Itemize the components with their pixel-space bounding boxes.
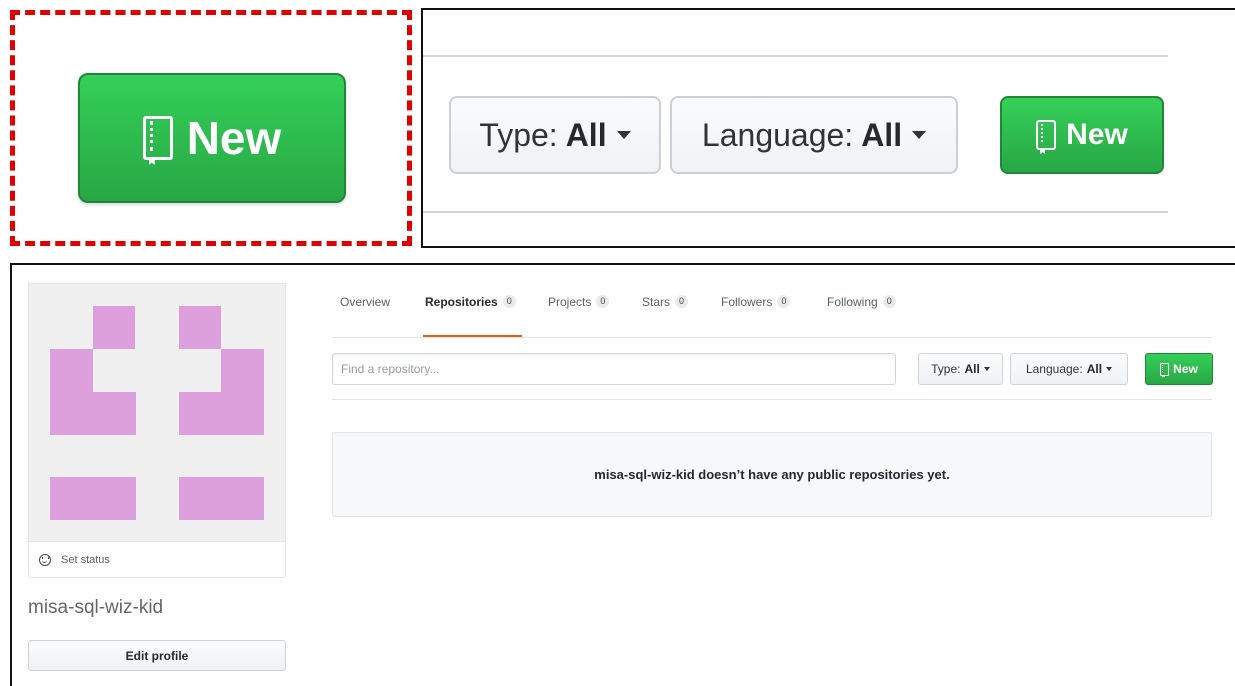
repo-book-icon (142, 116, 173, 160)
type-filter-prefix: Type: (479, 116, 558, 153)
profile-tabs: Overview Repositories 0 Projects 0 Stars… (332, 295, 1212, 338)
caret-down-icon (616, 131, 631, 139)
language-filter-value: All (861, 116, 903, 153)
zoom-callout-new-button: New (10, 10, 412, 246)
repo-book-icon (1036, 120, 1057, 150)
tab-followers[interactable]: Followers 0 (721, 295, 791, 337)
tab-label: Stars (642, 295, 671, 309)
avatar-pixel (179, 477, 264, 520)
avatar[interactable] (28, 283, 286, 541)
edit-profile-button[interactable]: Edit profile (28, 640, 286, 671)
tab-following[interactable]: Following 0 (827, 295, 896, 337)
tab-counter: 0 (777, 295, 791, 308)
zoom-callout-toolbar: Type: All Language: All New (421, 8, 1235, 248)
tab-counter: 0 (502, 295, 516, 308)
tab-projects[interactable]: Projects 0 (548, 295, 610, 337)
divider (423, 55, 1168, 57)
type-filter-value: All (565, 116, 607, 153)
language-filter-value: All (1086, 362, 1103, 376)
divider (423, 211, 1168, 213)
language-filter-button[interactable]: Language: All (1010, 353, 1128, 385)
empty-repositories-message: misa-sql-wiz-kid doesn’t have any public… (332, 432, 1212, 517)
profile-username: misa-sql-wiz-kid (28, 597, 164, 618)
divider (332, 399, 1212, 400)
language-filter-prefix: Language: (1025, 362, 1083, 376)
avatar-pixel (50, 477, 136, 520)
tab-counter: 0 (882, 295, 896, 308)
tab-counter: 0 (675, 295, 689, 308)
caret-down-icon (983, 367, 990, 371)
tab-repositories[interactable]: Repositories 0 (423, 295, 522, 337)
set-status-button[interactable]: Set status (28, 541, 286, 578)
tab-label: Repositories (425, 295, 498, 309)
avatar-pixel (221, 349, 264, 392)
type-filter-prefix: Type: (931, 362, 961, 376)
tab-label: Following (827, 295, 878, 309)
repo-book-icon (1160, 362, 1170, 376)
tab-label: Projects (548, 295, 592, 309)
tab-overview[interactable]: Overview (340, 295, 390, 337)
avatar-pixel (50, 349, 93, 392)
smiley-icon (39, 553, 51, 566)
avatar-pixel (50, 392, 136, 435)
tab-counter: 0 (596, 295, 610, 308)
new-repository-button-zoomed[interactable]: New (78, 73, 346, 203)
caret-down-icon (1106, 367, 1113, 371)
type-filter-button-zoomed[interactable]: Type: All (449, 96, 661, 174)
new-repository-button[interactable]: New (1145, 353, 1213, 385)
avatar-pixel (179, 306, 221, 349)
new-repository-button-zoomed[interactable]: New (1000, 96, 1164, 174)
new-button-label: New (1066, 118, 1128, 151)
caret-down-icon (912, 131, 927, 139)
type-filter-button[interactable]: Type: All (918, 353, 1003, 385)
tab-stars[interactable]: Stars 0 (642, 295, 689, 337)
find-repository-input[interactable] (332, 353, 896, 385)
set-status-label: Set status (61, 553, 110, 566)
avatar-pixel (93, 306, 135, 349)
tab-label: Followers (721, 295, 773, 309)
profile-page: Set status misa-sql-wiz-kid Edit profile… (10, 263, 1235, 686)
type-filter-value: All (964, 362, 980, 376)
new-button-label: New (186, 112, 282, 164)
new-button-label: New (1173, 362, 1198, 376)
tab-label: Overview (340, 295, 391, 309)
avatar-pixel (179, 392, 264, 435)
language-filter-prefix: Language: (701, 116, 854, 153)
language-filter-button-zoomed[interactable]: Language: All (670, 96, 958, 174)
